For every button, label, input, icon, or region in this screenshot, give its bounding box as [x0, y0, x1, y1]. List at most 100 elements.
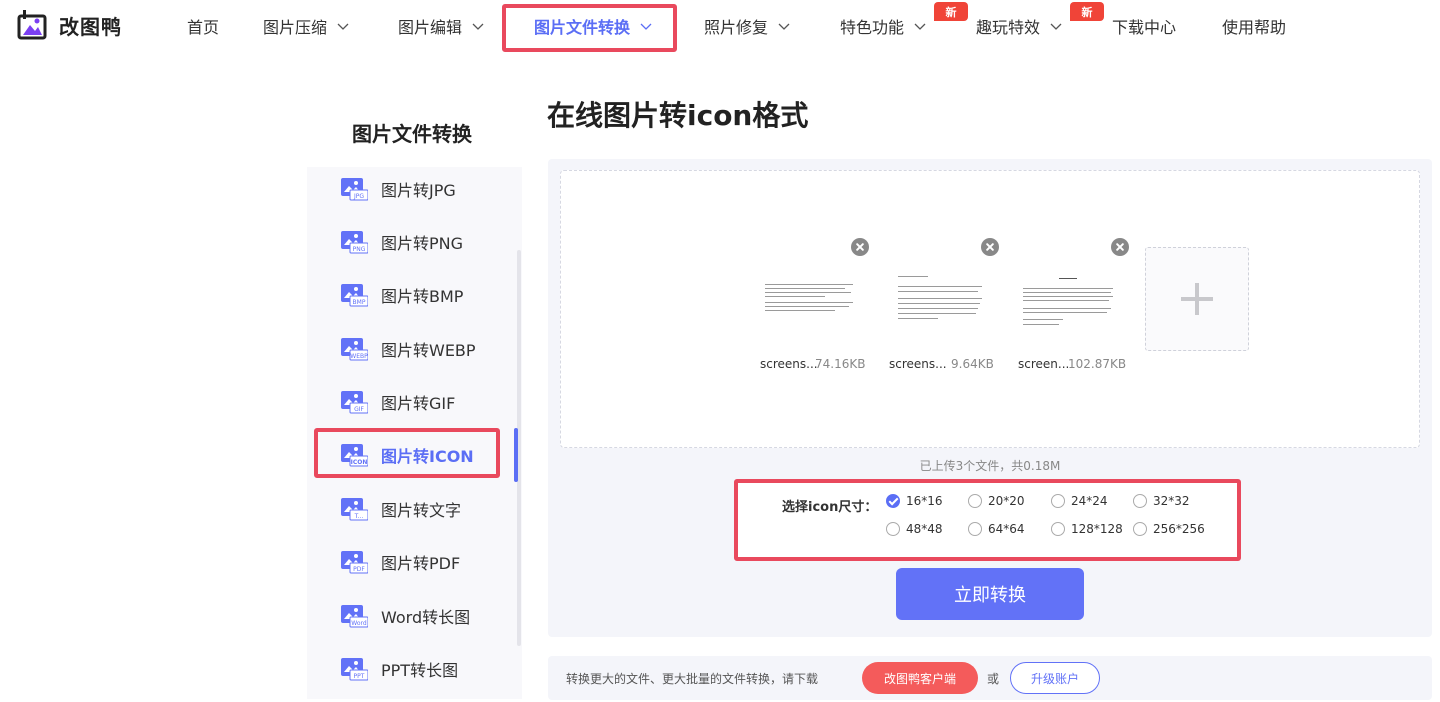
nav-download-center[interactable]: 下载中心: [1112, 0, 1176, 52]
add-file-button[interactable]: [1145, 247, 1249, 351]
svg-text:PDF: PDF: [353, 566, 365, 573]
icon-size-option[interactable]: 32*32: [1133, 494, 1190, 508]
file-size: 102.87KB: [1068, 357, 1127, 371]
file-size: 74.16KB: [815, 357, 866, 371]
chevron-down-icon: [337, 23, 349, 30]
icon-size-option[interactable]: 128*128: [1051, 522, 1123, 536]
icon-size-option[interactable]: 48*48: [886, 522, 943, 536]
svg-text:PNG: PNG: [353, 246, 366, 253]
upgrade-account-button[interactable]: 升级账户: [1010, 662, 1100, 694]
radio-button-icon: [1133, 522, 1147, 536]
nav-label: 特色功能: [840, 18, 905, 37]
sidebar-item-label: 图片转JPG: [381, 181, 456, 200]
icon-size-option[interactable]: 256*256: [1133, 522, 1205, 536]
image-file-icon: JPG: [341, 178, 368, 201]
sidebar-item-label: 图片转文字: [381, 501, 462, 520]
image-file-icon: PNG: [341, 231, 368, 254]
remove-file-button[interactable]: [981, 238, 999, 256]
download-client-button[interactable]: 改图鸭客户端: [862, 662, 978, 694]
icon-size-option[interactable]: 64*64: [968, 522, 1025, 536]
file-thumbnail: [757, 256, 861, 340]
convert-button[interactable]: 立即转换: [896, 568, 1084, 620]
sidebar-title: 图片文件转换: [352, 122, 472, 146]
sidebar-item-word[interactable]: Word Word转长图: [340, 601, 470, 631]
radio-button-icon: [968, 522, 982, 536]
icon-size-label: 选择icon尺寸：: [782, 500, 878, 515]
nav-fun-effects[interactable]: 趣玩特效: [976, 0, 1062, 52]
sidebar-item-label: 图片转BMP: [381, 287, 464, 306]
nav-featured[interactable]: 特色功能: [840, 0, 926, 52]
chevron-down-icon: [472, 23, 484, 30]
file-size: 9.64KB: [951, 357, 994, 371]
nav-photo-repair[interactable]: 照片修复: [704, 0, 790, 52]
promo-text: 转换更大的文件、更大批量的文件转换，请下载: [566, 672, 819, 686]
radio-button-icon: [886, 494, 900, 508]
nav-label: 照片修复: [704, 18, 769, 37]
icon-size-option[interactable]: 16*16: [886, 494, 943, 508]
icon-size-option-label: 24*24: [1071, 494, 1108, 508]
file-thumbnail: [888, 256, 992, 340]
remove-file-button[interactable]: [1111, 238, 1129, 256]
radio-button-icon: [886, 522, 900, 536]
icon-size-selector: [734, 479, 1241, 561]
nav-image-edit[interactable]: 图片编辑: [398, 0, 484, 52]
svg-text:WEBP: WEBP: [350, 353, 368, 360]
new-badge: 新: [1070, 2, 1104, 21]
page-title: 在线图片转icon格式: [547, 99, 809, 132]
icon-size-option-label: 128*128: [1071, 522, 1123, 536]
svg-text:T...: T...: [354, 513, 364, 520]
or-text: 或: [987, 672, 1000, 686]
logo-icon: [17, 10, 47, 40]
icon-size-option-label: 20*20: [988, 494, 1025, 508]
sidebar-item-pdf[interactable]: PDF 图片转PDF: [340, 547, 460, 577]
sidebar-item-png[interactable]: PNG 图片转PNG: [340, 227, 463, 257]
svg-text:GIF: GIF: [354, 406, 364, 413]
file-name: screen...: [1018, 357, 1070, 371]
top-navigation: 改图鸭 首页 图片压缩 图片编辑 图片文件转换 照片修复 特色功能 新 趣玩特效…: [0, 0, 1440, 52]
svg-text:JPG: JPG: [353, 193, 364, 200]
svg-text:BMP: BMP: [353, 299, 366, 306]
nav-image-compress[interactable]: 图片压缩: [263, 0, 349, 52]
new-badge: 新: [934, 2, 968, 21]
icon-size-option[interactable]: 24*24: [1051, 494, 1108, 508]
sidebar-item-text[interactable]: T... 图片转文字: [340, 494, 461, 524]
nav-label: 图片压缩: [263, 18, 328, 37]
icon-size-option[interactable]: 20*20: [968, 494, 1025, 508]
sidebar-item-label: 图片转GIF: [381, 394, 456, 413]
sidebar-item-jpg[interactable]: JPG 图片转JPG: [340, 174, 456, 204]
sidebar-item-bmp[interactable]: BMP 图片转BMP: [340, 280, 463, 310]
sidebar-item-ppt[interactable]: PPT PPT转长图: [340, 654, 458, 684]
nav-help[interactable]: 使用帮助: [1222, 0, 1286, 52]
icon-size-option-label: 48*48: [906, 522, 943, 536]
image-file-icon: PPT: [341, 658, 368, 681]
image-file-icon: WEBP: [341, 338, 368, 361]
chevron-down-icon: [778, 23, 790, 30]
file-name: screens...: [889, 357, 947, 371]
image-file-icon: T...: [341, 498, 368, 521]
sidebar-item-webp[interactable]: WEBP 图片转WEBP: [340, 334, 476, 364]
nav-label: 图片编辑: [398, 18, 463, 37]
chevron-down-icon: [1050, 23, 1062, 30]
sidebar-item-label: 图片转PDF: [381, 554, 461, 573]
radio-button-icon: [1051, 522, 1065, 536]
remove-file-button[interactable]: [851, 238, 869, 256]
file-thumbnail: [1017, 256, 1121, 340]
sidebar-item-gif[interactable]: GIF 图片转GIF: [340, 387, 455, 417]
icon-size-option-label: 256*256: [1153, 522, 1205, 536]
image-file-icon: Word: [341, 605, 368, 628]
icon-size-option-label: 64*64: [988, 522, 1025, 536]
svg-text:PPT: PPT: [354, 673, 365, 680]
sidebar-item-label: Word转长图: [381, 608, 471, 627]
nav-home[interactable]: 首页: [187, 0, 219, 52]
image-file-icon: GIF: [341, 391, 368, 414]
nav-label: 趣玩特效: [976, 18, 1041, 37]
radio-button-icon: [968, 494, 982, 508]
image-file-icon: PDF: [341, 551, 368, 574]
nav-label: 首页: [187, 18, 220, 37]
radio-button-icon: [1133, 494, 1147, 508]
logo[interactable]: 改图鸭: [16, 9, 122, 41]
upload-summary: 已上传3个文件，共0.18M: [919, 459, 1061, 473]
sidebar-item-label: 图片转WEBP: [381, 341, 476, 360]
highlight-nav-box: [502, 4, 677, 52]
radio-button-icon: [1051, 494, 1065, 508]
